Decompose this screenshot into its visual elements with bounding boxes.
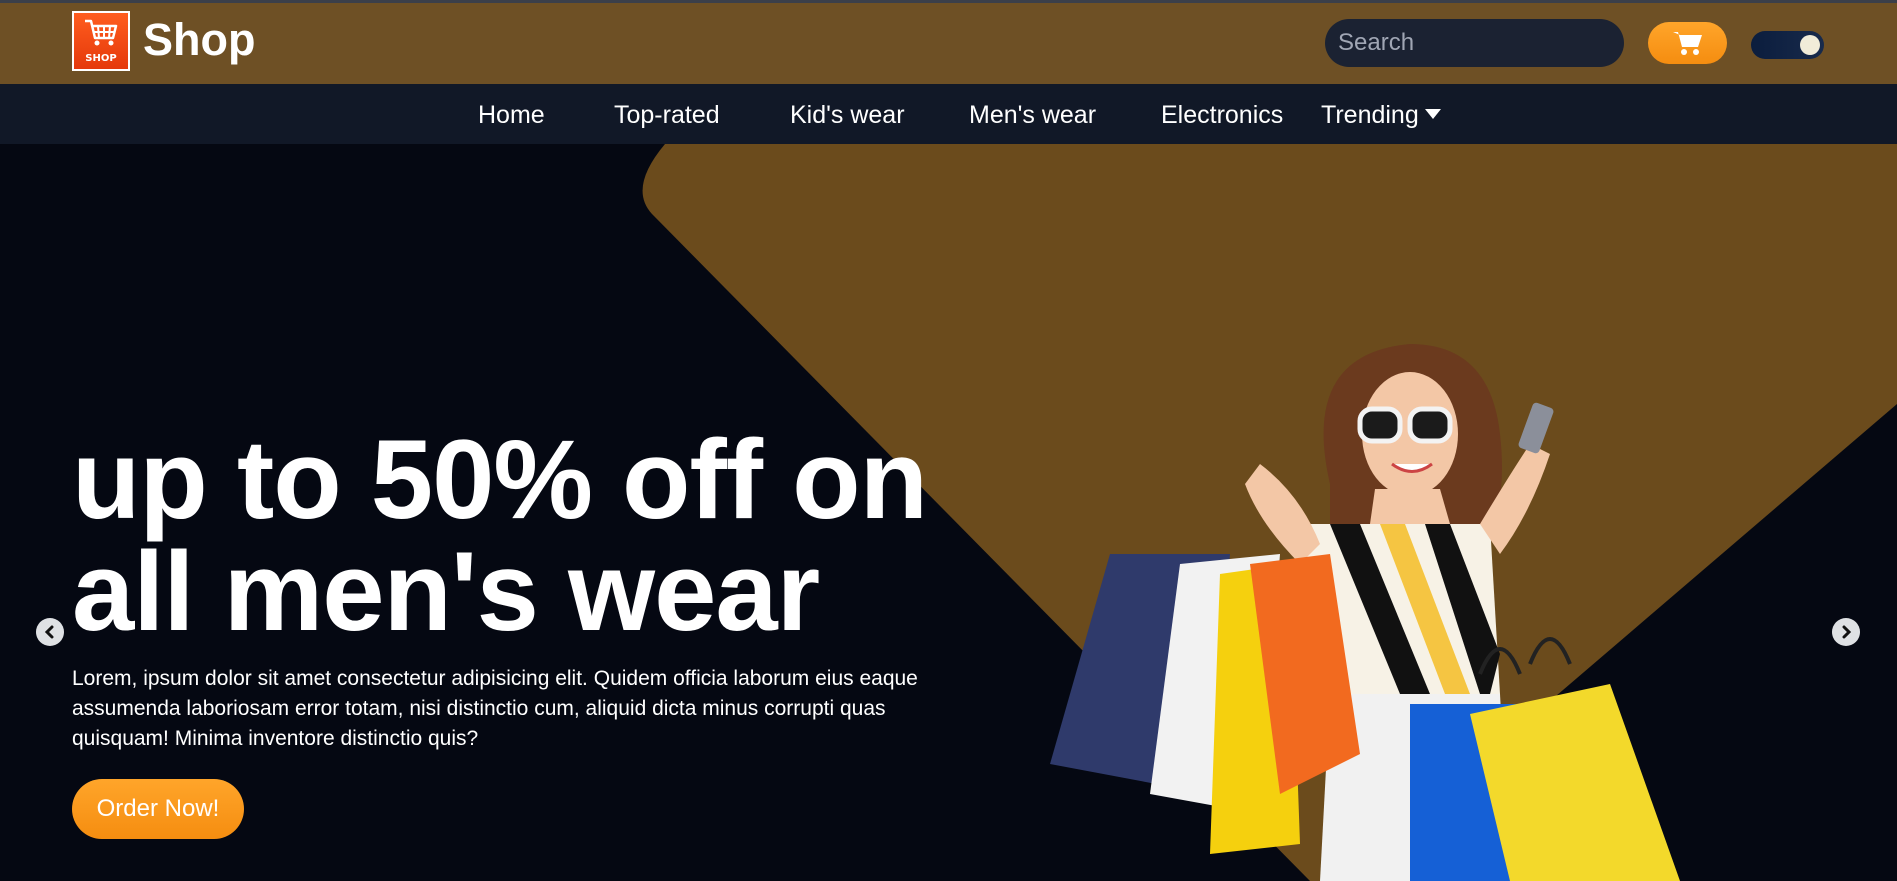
nav-item-mens-wear[interactable]: Men's wear [969,101,1096,130]
search-input[interactable] [1325,28,1650,58]
top-header: SHOP Shop [0,0,1897,84]
shop-logo[interactable]: SHOP [72,11,130,71]
hero-carousel: up to 50% off on all men's wear Lorem, i… [0,144,1897,881]
headline-line-1: up to 50% off on [72,417,928,542]
nav-item-electronics[interactable]: Electronics [1161,101,1283,130]
logo-text: SHOP [85,53,117,64]
chevron-right-icon [1842,625,1852,639]
nav-item-trending[interactable]: Trending [1321,101,1441,130]
hero-headline: up to 50% off on all men's wear [72,424,972,648]
main-nav: Home Top-rated Kid's wear Men's wear Ele… [0,84,1897,144]
nav-item-top-rated[interactable]: Top-rated [614,101,720,130]
caret-down-icon [1424,109,1441,120]
cart-button[interactable] [1648,22,1727,64]
theme-toggle[interactable] [1751,31,1824,59]
headline-line-2: all men's wear [72,529,820,654]
hero-description: Lorem, ipsum dolor sit amet consectetur … [72,667,918,750]
toggle-knob [1800,35,1820,55]
nav-item-kids-wear[interactable]: Kid's wear [790,101,905,130]
carousel-next-button[interactable] [1832,618,1860,646]
search-bar [1325,19,1669,67]
trending-label: Trending [1321,101,1419,129]
hero-model-image [1050,344,1680,881]
chevron-left-icon [44,625,54,639]
carousel-prev-button[interactable] [36,618,64,646]
shopping-cart-logo-icon [85,19,118,46]
logo-badge: SHOP [74,13,128,69]
nav-item-home[interactable]: Home [478,101,545,130]
brand-name[interactable]: Shop [143,14,255,66]
cart-icon [1672,32,1702,55]
order-now-button[interactable]: Order Now! [72,779,244,839]
